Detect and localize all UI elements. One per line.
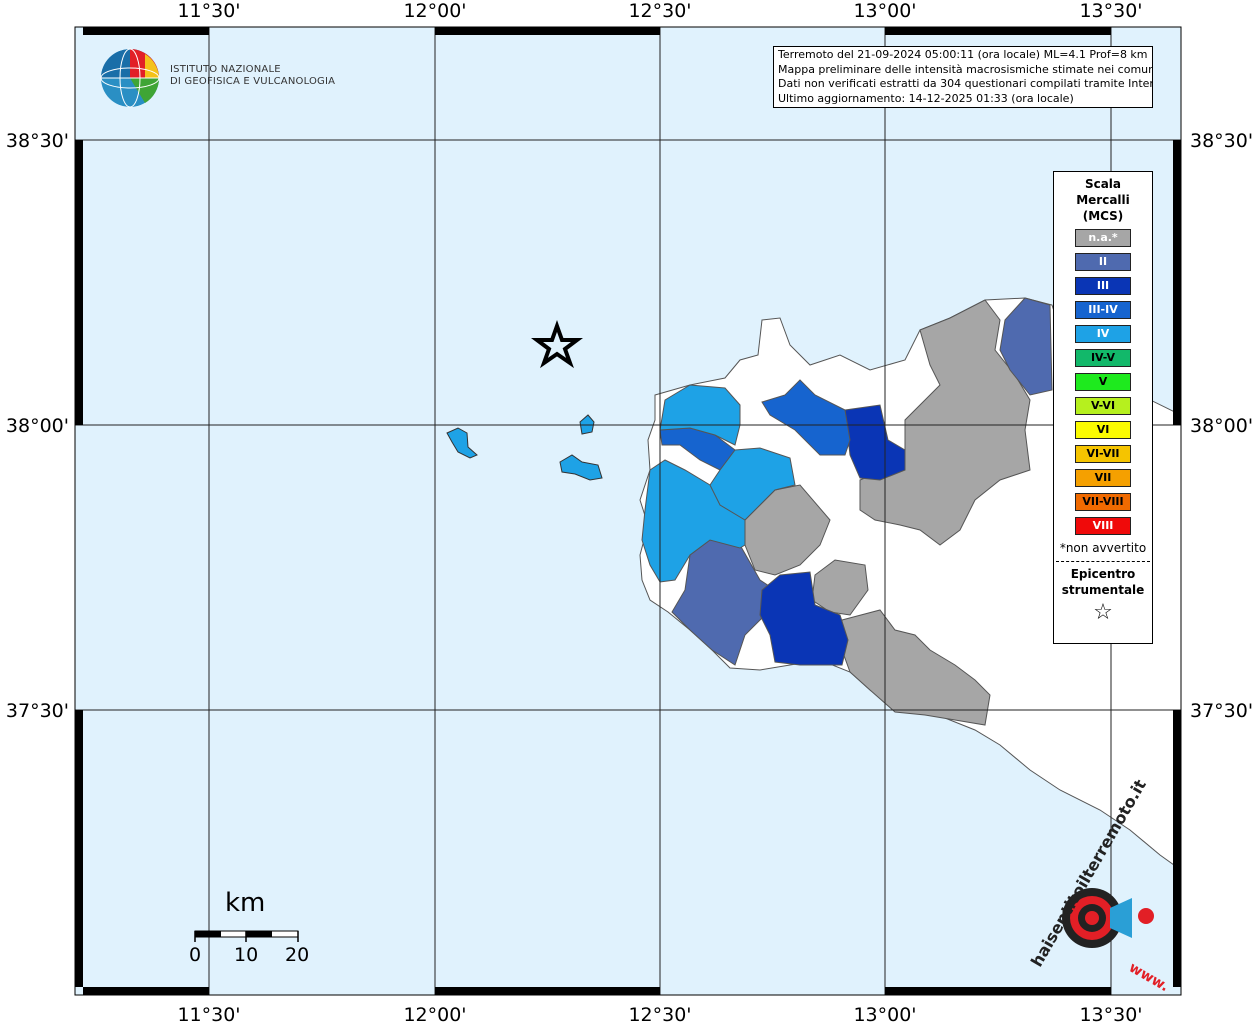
institute-name: ISTITUTO NAZIONALE DI GEOFISICA E VULCAN… — [170, 64, 335, 88]
x-tick-top: 13°00' — [853, 0, 916, 22]
legend-swatch: III — [1075, 277, 1131, 295]
x-tick-top: 12°00' — [403, 0, 466, 22]
info-line4: Ultimo aggiornamento: 14-12-2025 01:33 (… — [778, 91, 1074, 105]
scale-tick-10: 10 — [234, 944, 259, 966]
x-tick-top: 11°30' — [177, 0, 240, 22]
legend-swatch: VIII — [1075, 517, 1131, 535]
legend-title-line1: Scala — [1084, 177, 1122, 191]
legend-note: *non avvertito — [1059, 541, 1147, 555]
x-tick-top: 12°30' — [628, 0, 691, 22]
legend-title-line3: (MCS) — [1082, 209, 1124, 223]
legend-swatch: VI — [1075, 421, 1131, 439]
scale-tick-0: 0 — [189, 944, 202, 966]
info-line3: Dati non verificati estratti da 304 ques… — [778, 77, 1153, 90]
legend-divider — [1056, 561, 1150, 562]
event-info-box: Terremoto del 21-09-2024 05:00:11 (ora l… — [773, 46, 1153, 108]
x-tick-bottom: 12°00' — [403, 1004, 466, 1024]
x-tick-bottom: 11°30' — [177, 1004, 240, 1024]
legend-swatch: VI-VII — [1075, 445, 1131, 463]
legend-swatch: VII — [1075, 469, 1131, 487]
y-tick-right: 38°00' — [1190, 415, 1253, 437]
scale-unit: km — [225, 888, 266, 918]
legend-swatch: V — [1075, 373, 1131, 391]
scale-tick-20: 20 — [285, 944, 310, 966]
info-line1: Terremoto del 21-09-2024 05:00:11 (ora l… — [778, 48, 1148, 61]
legend-epicenter-line2: strumentale — [1061, 583, 1145, 597]
legend-swatch: II — [1075, 253, 1131, 271]
legend-swatch: III-IV — [1075, 301, 1131, 319]
legend-epicenter-label: Epicentro strumentale — [1054, 566, 1152, 598]
y-tick-left: 37°30' — [6, 700, 69, 722]
legend-swatches: n.a.* II III III-IV IV IV-V V V-VI VI VI-VII VII VI… — [1054, 229, 1152, 535]
legend-swatch: n.a.* — [1075, 229, 1131, 247]
y-tick-right: 37°30' — [1190, 700, 1253, 722]
legend-swatch: V-VI — [1075, 397, 1131, 415]
legend-swatch: IV — [1075, 325, 1131, 343]
x-tick-bottom: 13°00' — [853, 1004, 916, 1024]
y-tick-left: 38°00' — [6, 415, 69, 437]
ingv-logo-icon — [100, 48, 160, 108]
intensity-legend: Scala Mercalli (MCS) n.a.* II III III-IV IV I… — [1053, 171, 1153, 644]
y-tick-left: 38°30' — [6, 130, 69, 152]
legend-epicenter-line1: Epicentro — [1070, 567, 1136, 581]
x-tick-top: 13°30' — [1079, 0, 1142, 22]
legend-star-icon: ☆ — [1093, 600, 1113, 625]
institute-line2: DI GEOFISICA E VULCANOLOGIA — [170, 76, 336, 87]
x-tick-labels-top: 11°30' 12°00' 12°30' 13°00' 13°30' — [177, 0, 1142, 22]
info-line2: Mappa preliminare delle intensità macros… — [778, 62, 1153, 76]
legend-swatch: IV-V — [1075, 349, 1131, 367]
x-tick-labels-bottom: 11°30' 12°00' 12°30' 13°00' 13°30' — [177, 1004, 1142, 1024]
legend-title: Scala Mercalli (MCS) — [1054, 176, 1152, 224]
y-tick-labels-left: 38°30' 38°00' 37°30' — [6, 130, 69, 722]
legend-title-line2: Mercalli — [1076, 193, 1130, 207]
y-tick-labels-right: 38°30' 38°00' 37°30' — [1190, 130, 1253, 722]
y-tick-right: 38°30' — [1190, 130, 1253, 152]
institute-line1: ISTITUTO NAZIONALE — [170, 64, 281, 75]
x-tick-bottom: 12°30' — [628, 1004, 691, 1024]
x-tick-bottom: 13°30' — [1079, 1004, 1142, 1024]
legend-swatch: VII-VIII — [1075, 493, 1131, 511]
